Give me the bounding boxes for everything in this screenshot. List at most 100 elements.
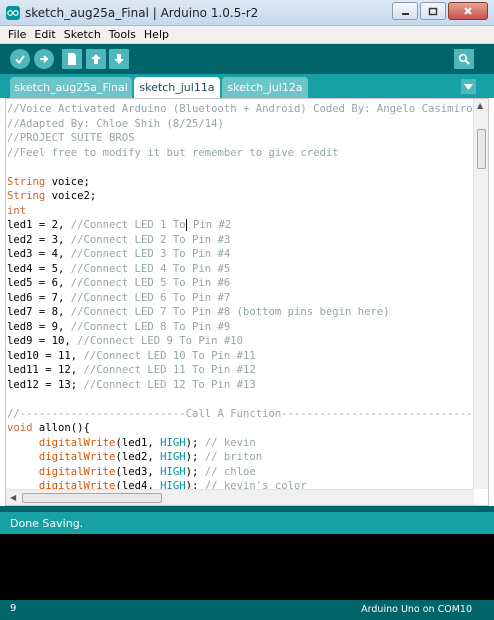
- new-button[interactable]: [62, 49, 82, 69]
- code-token: );: [185, 436, 205, 449]
- code-line: String voice;: [7, 175, 475, 190]
- code-line: digitalWrite(led1, HIGH); // kevin: [7, 436, 475, 451]
- status-message: Done Saving.: [10, 517, 84, 530]
- maximize-button[interactable]: [420, 2, 446, 20]
- menu-help[interactable]: Help: [144, 28, 169, 41]
- code-token: //Connect LED 2 To Pin #3: [70, 233, 231, 246]
- maximize-icon: [428, 7, 438, 15]
- code-token: // briton: [204, 451, 263, 463]
- menu-edit[interactable]: Edit: [34, 28, 55, 41]
- code-token: led12 = 13;: [7, 378, 84, 391]
- new-icon: [68, 53, 76, 65]
- open-icon: [91, 54, 101, 64]
- code-token: (led1,: [115, 436, 161, 449]
- code-line: String voice2;: [7, 189, 475, 204]
- serial-monitor-icon: [458, 53, 470, 65]
- code-area[interactable]: //Voice Activated Arduino (Bluetooth + A…: [7, 102, 475, 490]
- code-token: voice2;: [45, 190, 97, 202]
- scroll-left-icon[interactable]: ◀: [10, 493, 16, 502]
- code-token: //Voice Activated Arduino (Bluetooth + A…: [7, 103, 475, 115]
- code-token: //Connect LED 4 To Pin #5: [70, 262, 231, 275]
- save-button[interactable]: [109, 49, 129, 69]
- verify-button[interactable]: [10, 49, 30, 69]
- code-line: led7 = 8, //Connect LED 7 To Pin #8 (bot…: [7, 305, 475, 320]
- tab-bar: sketch_aug25a_Final sketch_jul11a sketch…: [0, 74, 494, 98]
- code-token: led11 = 12,: [7, 364, 84, 376]
- code-token: //Connect LED 5 To Pin #6: [70, 277, 231, 289]
- code-token: );: [185, 465, 205, 478]
- code-line: led9 = 10, //Connect LED 9 To Pin #10: [7, 334, 475, 349]
- code-line: led3 = 4, //Connect LED 3 To Pin #4: [7, 247, 475, 262]
- serial-monitor-button[interactable]: [454, 49, 474, 69]
- code-token: //Connect LED 6 To Pin #7: [70, 291, 231, 304]
- code-token: digitalWrite: [38, 451, 116, 463]
- tab-sketch-jul11a[interactable]: sketch_jul11a: [134, 77, 220, 98]
- board-info: Arduino Uno on COM10: [361, 604, 472, 615]
- upload-button[interactable]: [34, 49, 54, 69]
- menu-sketch[interactable]: Sketch: [64, 28, 101, 41]
- code-line: led5 = 6, //Connect LED 5 To Pin #6: [7, 276, 475, 291]
- code-token: led8 = 9,: [7, 320, 71, 333]
- close-icon: [464, 7, 472, 15]
- vertical-scroll-thumb[interactable]: [477, 129, 486, 169]
- code-line: //Voice Activated Arduino (Bluetooth + A…: [7, 102, 475, 117]
- code-line: digitalWrite(led3, HIGH); // chloe: [7, 465, 475, 480]
- menu-tools[interactable]: Tools: [109, 28, 136, 41]
- code-line: led8 = 9, //Connect LED 8 To Pin #9: [7, 320, 475, 335]
- code-token: (led3,: [115, 465, 161, 478]
- tab-sketch-aug25a-final[interactable]: sketch_aug25a_Final: [10, 77, 132, 98]
- title-bar: sketch_aug25a_Final | Arduino 1.0.5-r2: [0, 0, 494, 26]
- open-button[interactable]: [86, 49, 106, 69]
- code-token: HIGH: [160, 465, 186, 478]
- code-token: //Connect LED 7 To Pin #8 (bottom pins b…: [70, 306, 390, 318]
- code-token: //Connect LED 1 To: [70, 219, 186, 231]
- save-icon: [114, 54, 124, 64]
- code-token: led4 = 5,: [7, 262, 71, 275]
- code-token: HIGH: [160, 436, 186, 449]
- code-line: //PROJECT SUITE BROS: [7, 131, 475, 146]
- footer-bar: 9 Arduino Uno on COM10: [0, 600, 494, 620]
- minimize-button[interactable]: [392, 2, 418, 20]
- code-token: //Connect LED 11 To Pin #12: [83, 364, 256, 376]
- code-token: String: [7, 190, 46, 202]
- code-token: HIGH: [160, 451, 186, 463]
- code-line: led2 = 3, //Connect LED 2 To Pin #3: [7, 233, 475, 248]
- tab-sketch-jul12a[interactable]: sketch_jul12a: [222, 77, 308, 98]
- code-token: );: [185, 451, 205, 463]
- code-token: led2 = 3,: [7, 233, 71, 246]
- console-output[interactable]: [0, 534, 494, 600]
- code-token: //Feel free to modify it but remember to…: [7, 146, 339, 159]
- tab-menu-button[interactable]: [461, 79, 476, 94]
- code-line: //Feel free to modify it but remember to…: [7, 146, 475, 161]
- code-token: digitalWrite: [38, 465, 116, 478]
- code-token: //Connect LED 10 To Pin #11: [83, 349, 256, 362]
- code-token: led5 = 6,: [7, 277, 71, 289]
- horizontal-scroll-thumb[interactable]: [22, 493, 162, 503]
- verify-icon: [15, 55, 25, 65]
- code-token: allon(){: [32, 422, 90, 434]
- window-title: sketch_aug25a_Final | Arduino 1.0.5-r2: [25, 6, 259, 20]
- line-number: 9: [10, 603, 17, 614]
- code-token: Pin #2: [186, 219, 232, 231]
- code-token: // kevin: [204, 436, 256, 449]
- scroll-up-icon[interactable]: ▲: [477, 101, 483, 110]
- code-token: // chloe: [204, 465, 256, 478]
- code-editor[interactable]: //Voice Activated Arduino (Bluetooth + A…: [5, 98, 489, 506]
- menu-bar: File Edit Sketch Tools Help: [0, 26, 494, 44]
- code-token: led3 = 4,: [7, 248, 71, 260]
- code-token: led9 = 10,: [7, 335, 78, 347]
- code-line: //Adapted By: Chloe Shih (8/25/14): [7, 117, 475, 132]
- status-bar: Done Saving.: [0, 506, 494, 534]
- menu-file[interactable]: File: [8, 28, 26, 41]
- code-line: void allon(){: [7, 421, 475, 436]
- upload-icon: [40, 55, 49, 63]
- code-token: digitalWrite: [38, 436, 116, 449]
- code-token: led6 = 7,: [7, 291, 71, 304]
- code-token: //PROJECT SUITE BROS: [7, 132, 135, 144]
- horizontal-scrollbar[interactable]: ◀: [6, 489, 474, 505]
- close-button[interactable]: [448, 2, 488, 20]
- vertical-scrollbar[interactable]: ▲: [473, 99, 488, 489]
